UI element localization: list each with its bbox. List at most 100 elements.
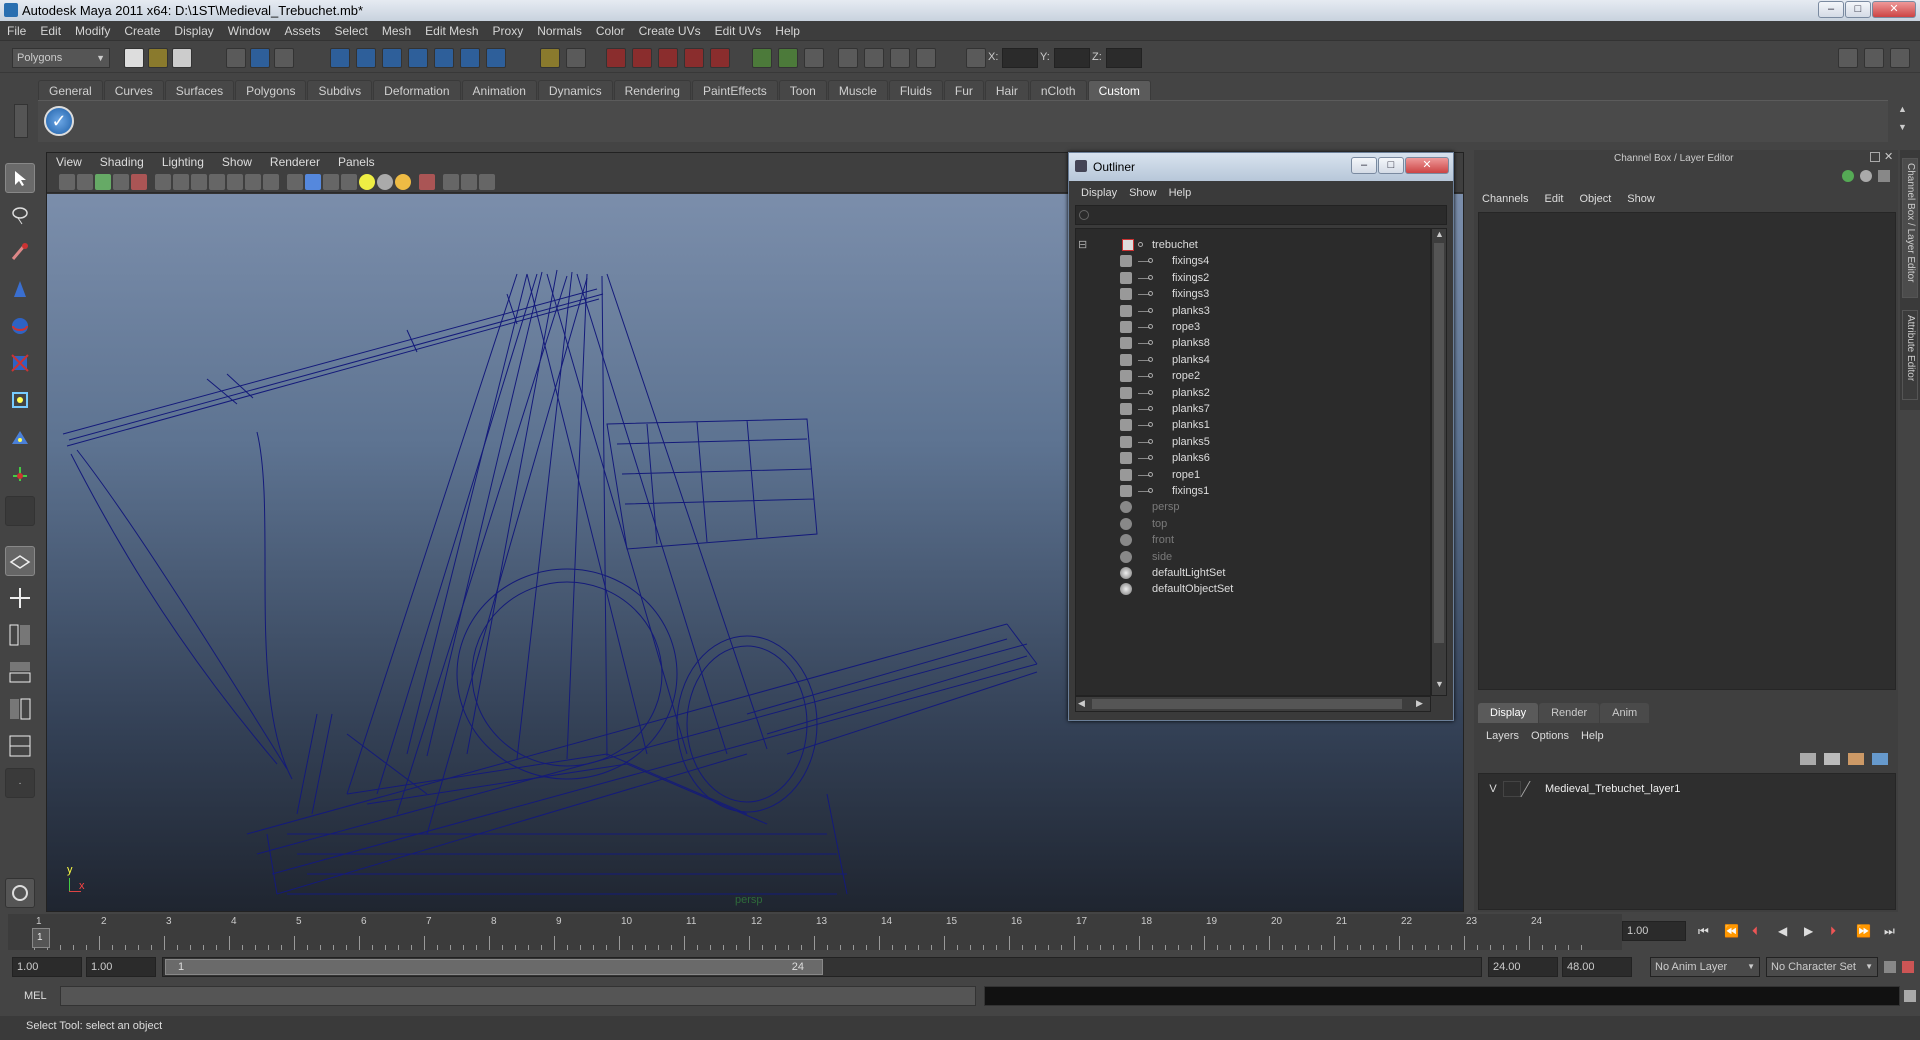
close-panel-icon[interactable]: ✕: [1884, 150, 1893, 163]
playback-start-field[interactable]: 1.00: [86, 957, 156, 977]
menu-select[interactable]: Select: [327, 21, 374, 41]
outliner-title-bar[interactable]: Outliner – □ ✕: [1069, 153, 1453, 181]
shelf-scroll-down-icon[interactable]: ▼: [1898, 122, 1912, 136]
hypergraph-icon[interactable]: [5, 878, 35, 908]
outliner-menu-display[interactable]: Display: [1075, 184, 1123, 202]
outliner-minimize-button[interactable]: –: [1351, 157, 1377, 174]
help-icon[interactable]: [486, 48, 506, 68]
open-scene-icon[interactable]: [148, 48, 168, 68]
transform-input-icon[interactable]: [966, 48, 986, 68]
shelf-tab-surfaces[interactable]: Surfaces: [164, 80, 235, 100]
viewport-menu-shading[interactable]: Shading: [91, 153, 153, 171]
new-layer-selected-icon[interactable]: [1824, 753, 1840, 765]
menu-help[interactable]: Help: [768, 21, 807, 41]
snap-grid-icon[interactable]: [330, 48, 350, 68]
current-time-field[interactable]: 1.00: [1622, 921, 1686, 941]
layer-name[interactable]: Medieval_Trebuchet_layer1: [1545, 783, 1680, 795]
shading-icon[interactable]: [1860, 170, 1872, 182]
side-tab-channel-box[interactable]: Channel Box / Layer Editor: [1902, 158, 1918, 298]
scroll-right-icon[interactable]: ▶: [1416, 698, 1423, 709]
range-slider-handle[interactable]: 1 24: [165, 959, 823, 975]
menu-edit-uvs[interactable]: Edit UVs: [708, 21, 769, 41]
viewport-menu-lighting[interactable]: Lighting: [153, 153, 213, 171]
menu-proxy[interactable]: Proxy: [486, 21, 531, 41]
menu-edit[interactable]: Edit: [33, 21, 68, 41]
modeling-toolkit-icon[interactable]: [804, 48, 824, 68]
shelf-tab-curves[interactable]: Curves: [103, 80, 164, 100]
outliner-menu-help[interactable]: Help: [1163, 184, 1198, 202]
key-settings-icon[interactable]: [1884, 961, 1896, 973]
float-panel-icon[interactable]: [1870, 152, 1880, 162]
close-button[interactable]: ✕: [1872, 1, 1916, 18]
safe-title-icon[interactable]: [263, 174, 279, 190]
current-frame-marker[interactable]: 1: [32, 928, 50, 948]
outliner-layout-icon[interactable]: [5, 620, 35, 650]
new-layer-icon[interactable]: [1800, 753, 1816, 765]
anim-layer-selector[interactable]: No Anim Layer ▼: [1650, 957, 1760, 977]
outliner-menu-show[interactable]: Show: [1123, 184, 1163, 202]
resolution-gate-icon[interactable]: [191, 174, 207, 190]
select-component-icon[interactable]: [274, 48, 294, 68]
hypershade-layout-icon[interactable]: [5, 694, 35, 724]
h-scroll-thumb[interactable]: [1092, 699, 1402, 709]
default-lighting-icon[interactable]: [359, 174, 375, 190]
hypershade-icon[interactable]: [838, 48, 858, 68]
key-icon[interactable]: [1842, 170, 1854, 182]
start-time-field[interactable]: 1.00: [12, 957, 82, 977]
outliner-close-button[interactable]: ✕: [1405, 157, 1449, 174]
shelf-tab-ncloth[interactable]: nCloth: [1029, 80, 1087, 100]
shelf-tab-custom[interactable]: Custom: [1087, 80, 1151, 100]
construction-history-icon[interactable]: [606, 48, 626, 68]
end-time-field[interactable]: 48.00: [1562, 957, 1632, 977]
step-forward-key-icon[interactable]: ⏩: [1856, 924, 1871, 938]
textured-icon[interactable]: [341, 174, 357, 190]
scroll-thumb[interactable]: [1434, 243, 1444, 643]
snap-surface-icon[interactable]: [434, 48, 454, 68]
time-slider[interactable]: 1 2 3 4 5 6 7 8 9 10 11 12 13 14 15 16 17 18 19 20 21 22 23 24 1: [8, 914, 1622, 950]
shelf-tab-subdivs[interactable]: Subdivs: [307, 80, 373, 100]
minimize-button[interactable]: –: [1818, 1, 1844, 18]
soft-modification-icon[interactable]: [5, 422, 35, 452]
menu-mesh[interactable]: Mesh: [375, 21, 418, 41]
z-input[interactable]: [1106, 48, 1142, 68]
animation-preferences-icon[interactable]: [1902, 961, 1914, 973]
show-attribute-editor-icon[interactable]: [1838, 48, 1858, 68]
move-layer-up-icon[interactable]: [1848, 753, 1864, 765]
layer-tab-render[interactable]: Render: [1539, 703, 1600, 723]
gate-mask-icon[interactable]: [209, 174, 225, 190]
shelf-tab-painteffects[interactable]: PaintEffects: [691, 80, 778, 100]
lasso-tool-icon[interactable]: [5, 200, 35, 230]
xray-icon[interactable]: [443, 174, 459, 190]
layer-row[interactable]: V Medieval_Trebuchet_layer1: [1483, 780, 1891, 798]
grid-icon[interactable]: [155, 174, 171, 190]
isolate-select-icon[interactable]: [419, 174, 435, 190]
menu-create[interactable]: Create: [117, 21, 167, 41]
film-gate-icon[interactable]: [173, 174, 189, 190]
channel-menu-object[interactable]: Object: [1571, 190, 1619, 208]
shelf-tab-dynamics[interactable]: Dynamics: [537, 80, 613, 100]
outliner-filter-input[interactable]: [1075, 205, 1447, 225]
safe-action-icon[interactable]: [245, 174, 261, 190]
lock-icon[interactable]: [540, 48, 560, 68]
output-ops-icon[interactable]: [778, 48, 798, 68]
image-plane-icon[interactable]: [113, 174, 129, 190]
snap-view-icon[interactable]: [408, 48, 428, 68]
settings-icon[interactable]: [916, 48, 936, 68]
menu-edit-mesh[interactable]: Edit Mesh: [418, 21, 485, 41]
snap-point-icon[interactable]: [382, 48, 402, 68]
menu-window[interactable]: Window: [221, 21, 278, 41]
wireframe-icon[interactable]: [287, 174, 303, 190]
select-hierarchy-icon[interactable]: [226, 48, 246, 68]
rotate-tool-icon[interactable]: [5, 311, 35, 341]
hardware-texture-icon[interactable]: [479, 174, 495, 190]
viewport-menu-view[interactable]: View: [47, 153, 91, 171]
side-tab-attribute-editor[interactable]: Attribute Editor: [1902, 310, 1918, 400]
outliner-item[interactable]: defaultObjectSet: [1076, 579, 1416, 599]
show-manipulator-icon[interactable]: [5, 459, 35, 489]
smooth-shade-icon[interactable]: [305, 174, 321, 190]
scroll-left-icon[interactable]: ◀: [1078, 698, 1085, 709]
layer-menu-options[interactable]: Options: [1525, 727, 1575, 745]
script-editor-icon[interactable]: [1904, 990, 1916, 1002]
all-lights-icon[interactable]: [377, 174, 393, 190]
command-input[interactable]: [60, 986, 976, 1006]
